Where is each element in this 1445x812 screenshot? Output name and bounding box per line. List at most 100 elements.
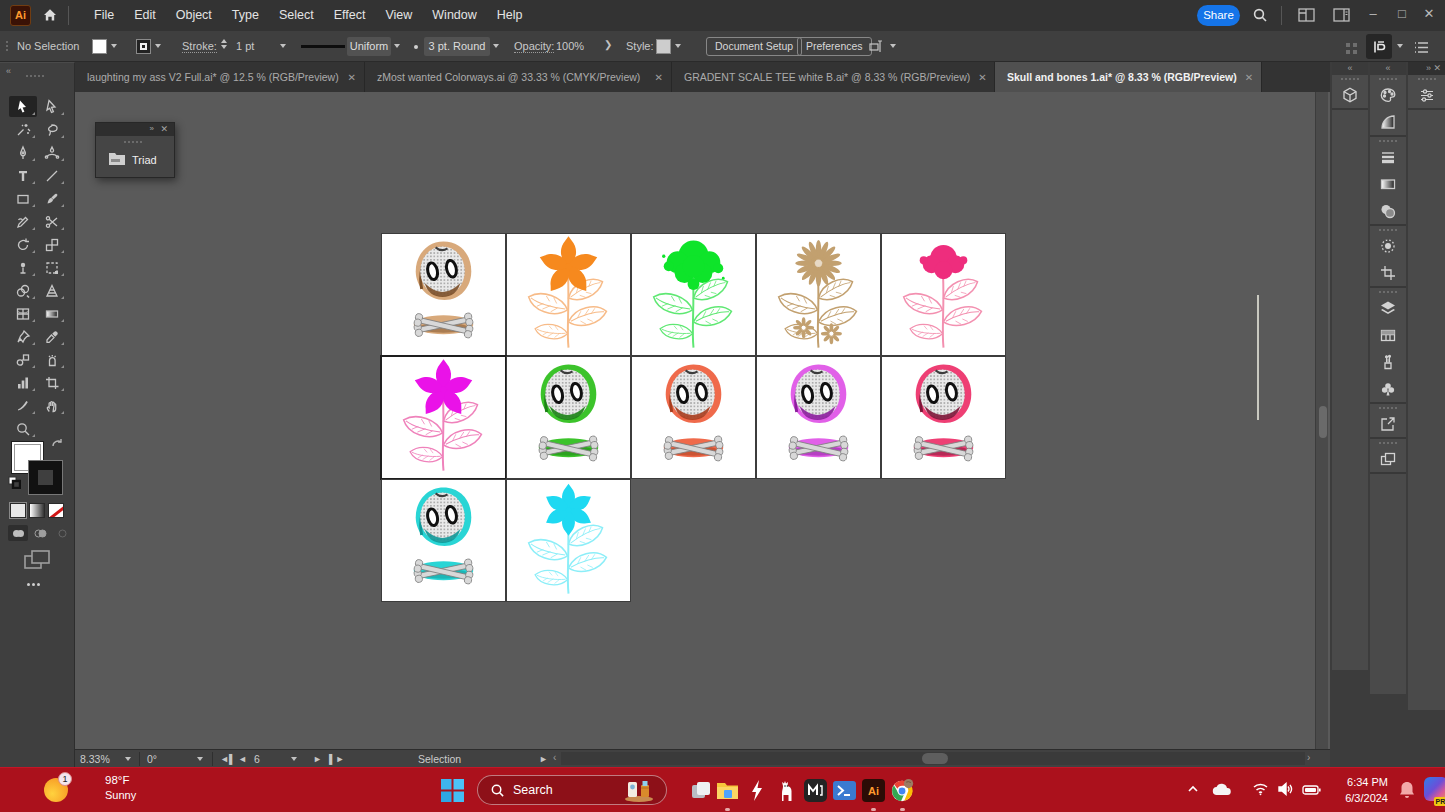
tool-mesh[interactable] bbox=[9, 303, 37, 324]
document-setup-button[interactable]: Document Setup bbox=[706, 37, 802, 56]
lightning-app-icon[interactable] bbox=[745, 778, 770, 803]
tool-artboard[interactable] bbox=[38, 372, 66, 393]
opacity-value[interactable]: 100% bbox=[556, 40, 584, 52]
tool-selection[interactable] bbox=[9, 96, 37, 117]
workspace-chevron-icon[interactable] bbox=[1397, 44, 1403, 48]
panel-list-icon[interactable] bbox=[1414, 40, 1429, 58]
style-chevron-icon[interactable] bbox=[675, 44, 681, 48]
menu-effect[interactable]: Effect bbox=[324, 0, 376, 31]
file-explorer-icon[interactable] bbox=[715, 778, 740, 803]
tab-close-icon[interactable]: ✕ bbox=[1237, 72, 1253, 83]
shape-mode-unite[interactable] bbox=[8, 525, 28, 541]
menu-type[interactable]: Type bbox=[222, 0, 269, 31]
artboard-11[interactable] bbox=[382, 480, 505, 601]
panel-drag-handle[interactable] bbox=[1379, 140, 1397, 142]
llama-app-icon[interactable] bbox=[774, 778, 799, 803]
fill-color-swatch[interactable] bbox=[92, 39, 107, 54]
align-chevron-icon[interactable] bbox=[890, 44, 896, 48]
document-tab-4[interactable]: Skull and bones 1.ai* @ 8.33 % (RGB/Prev… bbox=[995, 62, 1262, 92]
3d-and-materials-panel-icon[interactable] bbox=[1332, 81, 1368, 108]
tool-paintbrush[interactable] bbox=[38, 188, 66, 209]
dock-layout-icon[interactable] bbox=[1298, 8, 1315, 26]
horizontal-scrollbar-thumb[interactable] bbox=[922, 753, 948, 764]
symbols-panel-icon[interactable] bbox=[1370, 375, 1406, 402]
more-tools-icon[interactable] bbox=[27, 583, 40, 586]
width-profile-preview[interactable] bbox=[301, 45, 345, 48]
document-tab-3[interactable]: GRADENT SCALE TEE white B.ai* @ 8.33 % (… bbox=[672, 62, 995, 92]
export-for-screens-panel-icon[interactable] bbox=[1370, 410, 1406, 437]
tool-scissors[interactable] bbox=[38, 211, 66, 232]
width-profile-value[interactable]: Uniform bbox=[347, 37, 391, 56]
illustrator-icon[interactable]: Ai bbox=[861, 778, 886, 803]
transparency-panel-icon[interactable] bbox=[1370, 197, 1406, 224]
status-expand-icon[interactable]: ► bbox=[539, 754, 548, 764]
search-daily-image[interactable] bbox=[622, 780, 656, 806]
color-panel-icon[interactable] bbox=[1370, 81, 1406, 108]
canvas[interactable]: » ✕ Triad bbox=[75, 92, 1330, 749]
share-button[interactable]: Share bbox=[1197, 5, 1240, 26]
panel-drag-handle[interactable] bbox=[1379, 78, 1397, 80]
chevron-up-icon[interactable] bbox=[1186, 782, 1200, 800]
menu-select[interactable]: Select bbox=[269, 0, 324, 31]
close-button[interactable]: ✕ bbox=[1416, 0, 1442, 28]
tool-puppet-warp[interactable] bbox=[9, 257, 37, 278]
brushes-panel-icon[interactable] bbox=[1370, 348, 1406, 375]
artboard-9[interactable] bbox=[757, 357, 880, 478]
stray-line-object[interactable] bbox=[1257, 295, 1259, 420]
tool-perspective-grid[interactable] bbox=[38, 280, 66, 301]
tool-pen[interactable] bbox=[9, 142, 37, 163]
weather-widget[interactable]: 1 bbox=[44, 776, 72, 804]
gradient-panel-panel-icon[interactable] bbox=[1370, 170, 1406, 197]
expand-panel-icon[interactable]: » bbox=[150, 124, 154, 133]
start-button[interactable] bbox=[441, 779, 464, 806]
m-app-icon[interactable] bbox=[803, 778, 828, 803]
stroke-panel-icon[interactable] bbox=[1370, 143, 1406, 170]
tab-close-icon[interactable]: ✕ bbox=[647, 72, 663, 83]
opacity-expand-icon[interactable]: ❯ bbox=[604, 39, 612, 50]
tool-hand[interactable] bbox=[38, 395, 66, 416]
triad-panel-header[interactable]: » ✕ bbox=[96, 123, 174, 136]
none-mode-button[interactable] bbox=[48, 503, 64, 518]
brush-chevron-icon[interactable] bbox=[493, 44, 499, 48]
artboard-5[interactable] bbox=[882, 234, 1005, 355]
arrange-panel-icon[interactable] bbox=[1370, 445, 1406, 472]
zoom-chevron-icon[interactable] bbox=[125, 757, 131, 761]
artboard-1[interactable] bbox=[382, 234, 505, 355]
search-icon[interactable] bbox=[1252, 7, 1268, 27]
zoom-level[interactable]: 8.33% bbox=[80, 753, 110, 765]
document-tab-2[interactable]: zMost wanted Colorways.ai @ 33.33 % (CMY… bbox=[365, 62, 672, 92]
close-panel-icon[interactable]: ✕ bbox=[1433, 63, 1441, 73]
shape-mode-intersect[interactable] bbox=[52, 525, 72, 541]
tool-zoom[interactable] bbox=[9, 418, 37, 439]
swap-fill-stroke-icon[interactable] bbox=[50, 437, 63, 455]
stroke-stepper[interactable] bbox=[221, 39, 227, 49]
tool-direct-selection[interactable] bbox=[38, 96, 66, 117]
tool-blend[interactable] bbox=[9, 349, 37, 370]
panel-drag-handle[interactable] bbox=[1379, 407, 1397, 409]
vertical-scrollbar-thumb[interactable] bbox=[1319, 406, 1327, 438]
asset-export-panel-icon[interactable] bbox=[1370, 321, 1406, 348]
color-mode-button[interactable] bbox=[10, 503, 26, 518]
panel-drag-handle[interactable] bbox=[1341, 78, 1359, 80]
tool-rectangle[interactable] bbox=[9, 188, 37, 209]
draw-mode-icon[interactable] bbox=[23, 549, 51, 575]
powershell-icon[interactable] bbox=[832, 778, 857, 803]
width-profile-chevron-icon[interactable] bbox=[394, 44, 400, 48]
preferences-button[interactable]: Preferences bbox=[797, 37, 872, 56]
menu-file[interactable]: File bbox=[84, 0, 124, 31]
toolbar-drag-handle[interactable] bbox=[26, 75, 44, 77]
opacity-label[interactable]: Opacity: bbox=[514, 40, 554, 53]
app-logo[interactable]: Ai bbox=[10, 5, 31, 26]
grid-icon[interactable] bbox=[1346, 41, 1358, 59]
prev-artboard-icon[interactable]: ◄ bbox=[238, 754, 247, 764]
tab-close-icon[interactable]: ✕ bbox=[970, 72, 986, 83]
tool-line-segment[interactable] bbox=[38, 165, 66, 186]
menu-help[interactable]: Help bbox=[487, 0, 533, 31]
maximize-button[interactable]: □ bbox=[1389, 0, 1415, 28]
panel-drag-handle[interactable] bbox=[124, 141, 142, 143]
menu-window[interactable]: Window bbox=[422, 0, 486, 31]
collapse-toolbar-icon[interactable]: « bbox=[6, 66, 11, 76]
tool-shape-builder[interactable] bbox=[9, 280, 37, 301]
tool-knife[interactable] bbox=[9, 395, 37, 416]
tool-lasso[interactable] bbox=[38, 119, 66, 140]
